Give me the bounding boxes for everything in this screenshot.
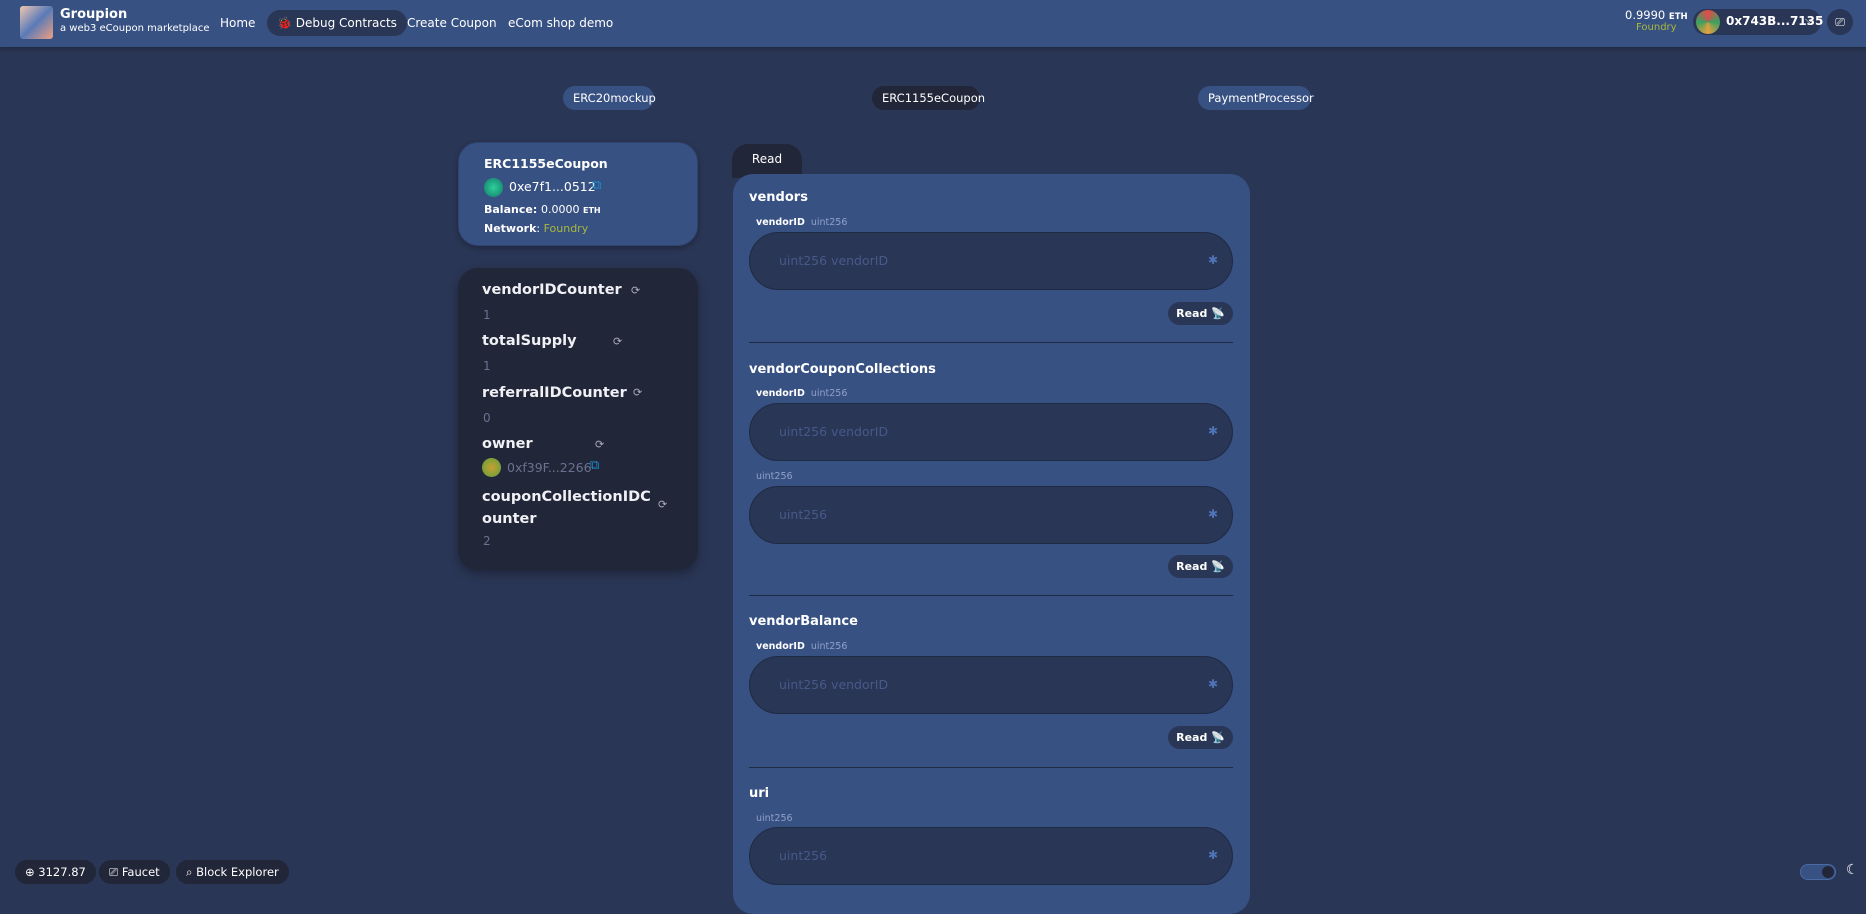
vendorid-input[interactable]: uint256 vendorID ✱ bbox=[749, 232, 1233, 290]
divider bbox=[749, 595, 1233, 596]
var-value: 0 bbox=[483, 411, 491, 425]
var-value: 0xf39F...2266 bbox=[507, 460, 592, 475]
block-explorer-button[interactable]: ⌕ Block Explorer bbox=[176, 860, 289, 884]
refresh-icon[interactable]: ⟳ bbox=[631, 284, 640, 297]
read-button[interactable]: Read 📡 bbox=[1168, 302, 1233, 325]
currency-icon: ⊕ bbox=[25, 865, 39, 879]
divider bbox=[749, 767, 1233, 768]
eth-price-button[interactable]: ⊕ 3127.87 bbox=[15, 860, 96, 884]
refresh-icon[interactable]: ⟳ bbox=[658, 498, 667, 511]
multiply-icon: ✱ bbox=[1207, 424, 1218, 438]
multiply-icon: ✱ bbox=[1207, 677, 1218, 691]
uint256-input[interactable]: uint256 ✱ bbox=[749, 486, 1233, 544]
function-name: vendors bbox=[749, 190, 808, 205]
network-switch-icon[interactable]: ⎚ bbox=[1827, 9, 1853, 35]
var-value: 1 bbox=[483, 359, 491, 373]
refresh-icon[interactable]: ⟳ bbox=[595, 438, 604, 451]
contract-balance: 0.0000 ETH bbox=[541, 203, 601, 216]
moon-icon: ☾ bbox=[1846, 862, 1859, 878]
nav-create-coupon[interactable]: Create Coupon bbox=[397, 10, 507, 36]
refresh-icon[interactable]: ⟳ bbox=[633, 386, 642, 399]
wallet-network: Foundry bbox=[1636, 22, 1677, 33]
owner-blockie bbox=[482, 458, 501, 477]
nav-home[interactable]: Home bbox=[210, 10, 265, 36]
account-button[interactable]: 0x743B...7135 ⌵ bbox=[1693, 9, 1823, 35]
contract-variables-card: vendorIDCounter ⟳ 1 totalSupply ⟳ 1 refe… bbox=[458, 268, 698, 570]
read-button[interactable]: Read 📡 bbox=[1168, 555, 1233, 578]
brand-name: Groupion bbox=[60, 7, 128, 22]
chevron-down-icon: ⌵ bbox=[1805, 13, 1814, 26]
uint256-input[interactable]: uint256 ✱ bbox=[749, 827, 1233, 885]
contract-info-card: ERC1155eCoupon 0xe7f1...0512 ⧉ Balance: … bbox=[458, 142, 698, 246]
contract-tab-erc1155ecoupon[interactable]: ERC1155eCoupon bbox=[872, 86, 985, 110]
function-name: uri bbox=[749, 786, 770, 801]
faucet-icon: ⎚ bbox=[109, 865, 122, 879]
var-name: owner bbox=[482, 436, 533, 452]
vendorid-input[interactable]: uint256 vendorID ✱ bbox=[749, 403, 1233, 461]
param-label: vendorID uint256 bbox=[756, 388, 848, 399]
tab-read[interactable]: Read bbox=[732, 144, 802, 178]
bug-icon: 🐞 bbox=[277, 16, 296, 30]
vendorid-input[interactable]: uint256 vendorID ✱ bbox=[749, 656, 1233, 714]
param-label: vendorID uint256 bbox=[756, 217, 848, 228]
contract-tab-paymentprocessor[interactable]: PaymentProcessor bbox=[1198, 86, 1314, 110]
copy-icon[interactable]: ⧉ bbox=[592, 178, 601, 193]
faucet-button[interactable]: ⎚ Faucet bbox=[99, 860, 170, 884]
nav-debug-contracts[interactable]: 🐞 Debug Contracts bbox=[267, 10, 407, 36]
multiply-icon: ✱ bbox=[1207, 848, 1218, 862]
contract-blockie bbox=[484, 178, 503, 197]
account-avatar bbox=[1696, 10, 1720, 34]
read-button[interactable]: Read 📡 bbox=[1168, 726, 1233, 749]
param-label: uint256 bbox=[756, 471, 793, 482]
contract-name: ERC1155eCoupon bbox=[484, 156, 608, 171]
function-name: vendorCouponCollections bbox=[749, 362, 936, 377]
var-name: couponCollectionIDCounter bbox=[482, 489, 651, 527]
search-icon: ⌕ bbox=[186, 865, 197, 879]
theme-toggle[interactable] bbox=[1800, 864, 1836, 880]
refresh-icon[interactable]: ⟳ bbox=[613, 335, 622, 348]
brand-tagline: a web3 eCoupon marketplace bbox=[60, 23, 210, 34]
var-name: totalSupply bbox=[482, 333, 577, 349]
var-value: 2 bbox=[483, 534, 491, 548]
nav-ecom-demo[interactable]: eCom shop demo bbox=[498, 10, 623, 36]
contract-address: 0xe7f1...0512 bbox=[509, 179, 596, 194]
function-name: vendorBalance bbox=[749, 614, 858, 629]
wallet-balance: 0.9990 ETH bbox=[1625, 8, 1688, 22]
groupion-logo[interactable] bbox=[20, 6, 53, 39]
contract-network: Network: Foundry bbox=[484, 222, 589, 235]
multiply-icon: ✱ bbox=[1207, 253, 1218, 267]
copy-icon[interactable]: ⧉ bbox=[590, 458, 599, 473]
contract-tab-erc20mockup[interactable]: ERC20mockup bbox=[563, 86, 656, 110]
multiply-icon: ✱ bbox=[1207, 507, 1218, 521]
var-name: referralIDCounter bbox=[482, 385, 627, 401]
var-name: vendorIDCounter bbox=[482, 282, 622, 298]
param-label: vendorID uint256 bbox=[756, 641, 848, 652]
var-value: 1 bbox=[483, 308, 491, 322]
param-label: uint256 bbox=[756, 813, 793, 824]
divider bbox=[749, 342, 1233, 343]
